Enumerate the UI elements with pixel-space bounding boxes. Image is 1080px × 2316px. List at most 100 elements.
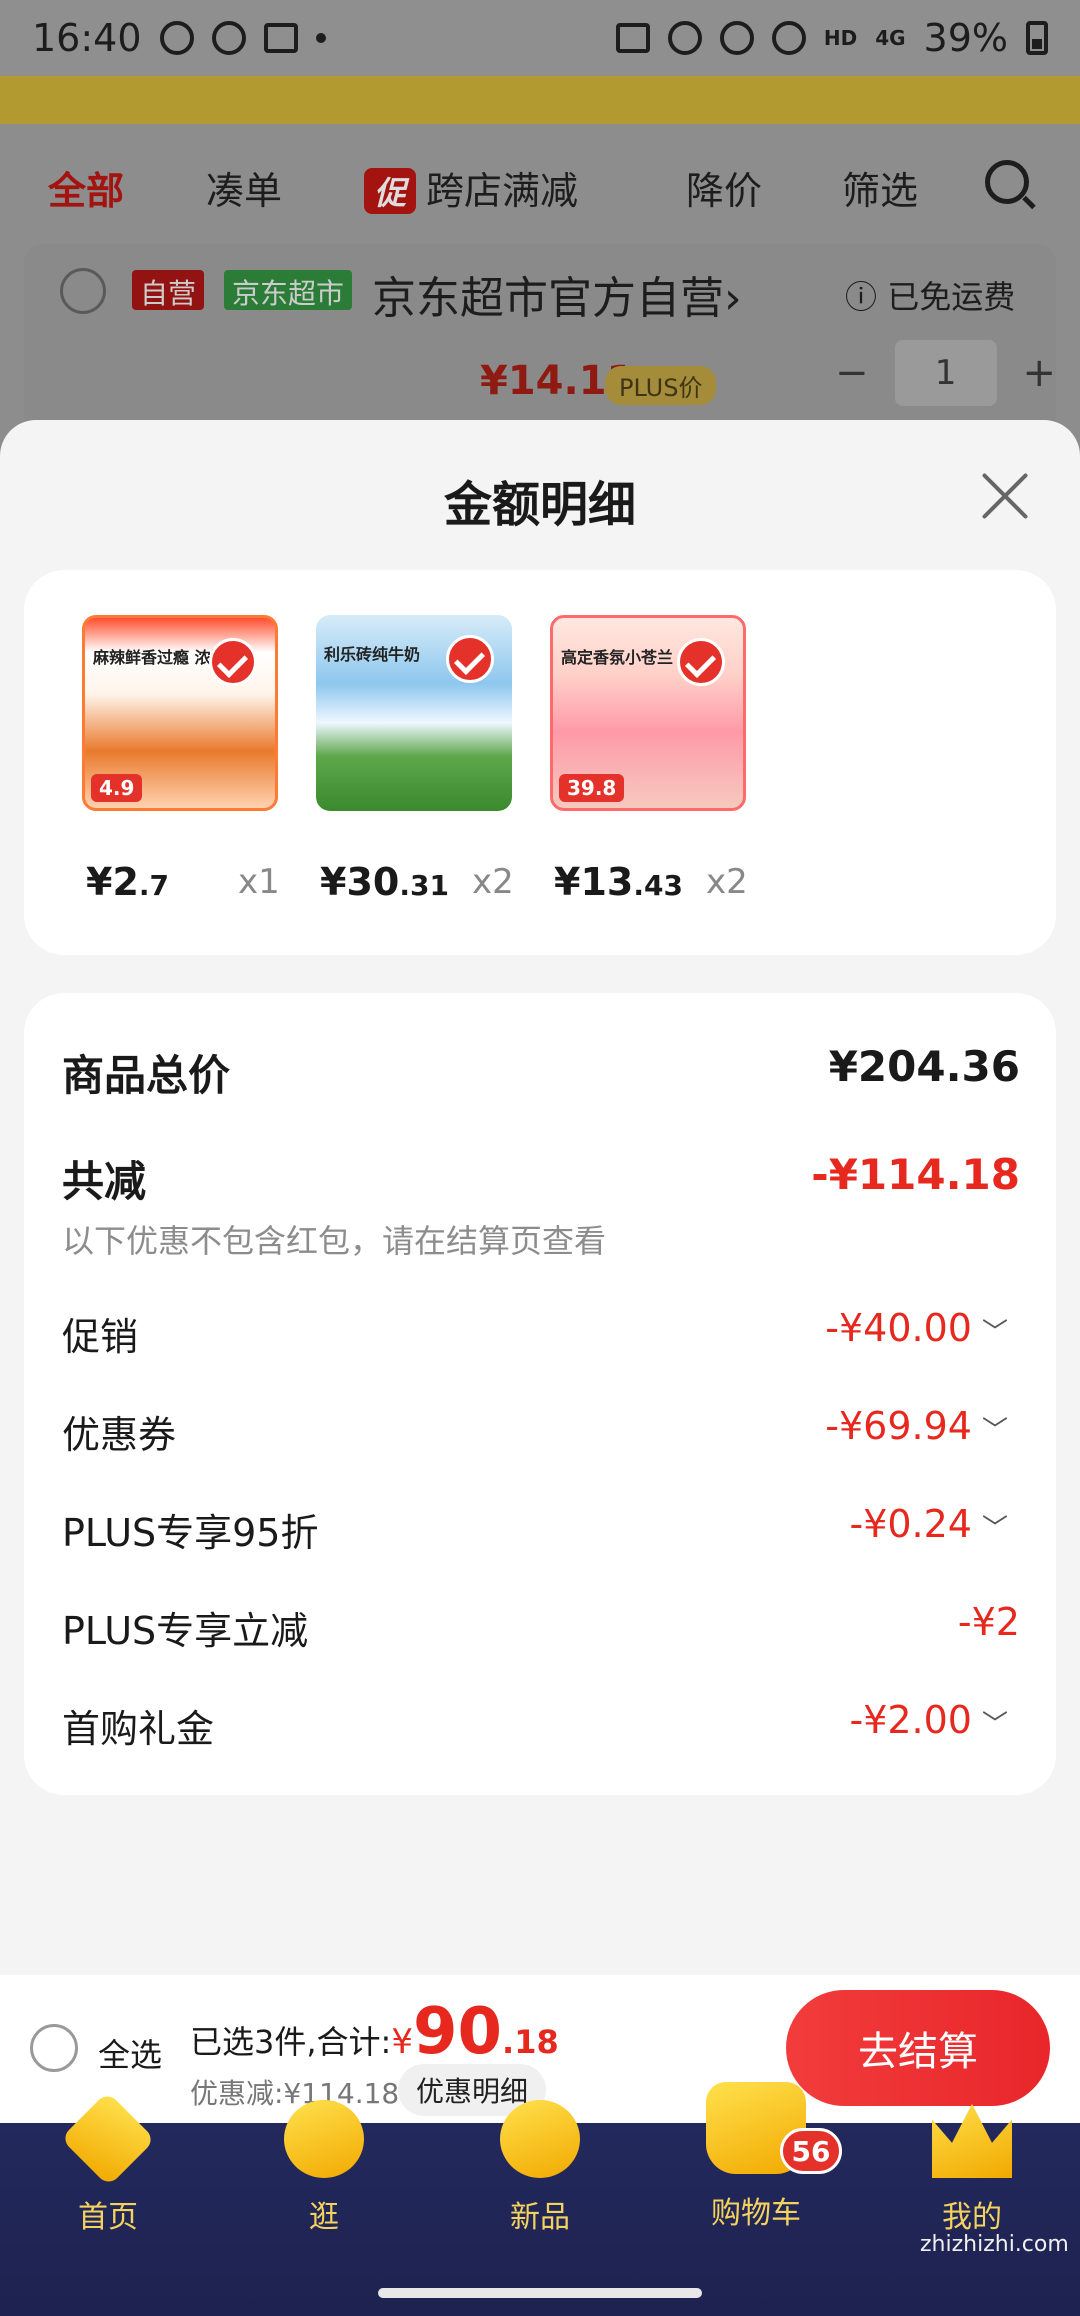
checkmark-icon	[209, 638, 257, 686]
product-price-dec: .7	[138, 869, 170, 902]
total-currency: ¥	[391, 2022, 413, 2062]
coupon-line-value[interactable]: -¥69.94 ﹀	[825, 1404, 1008, 1448]
decrement-button[interactable]: −	[835, 350, 869, 396]
filter-coudan[interactable]: 凑单	[206, 160, 282, 215]
alarm-icon	[159, 21, 194, 55]
clover-icon	[284, 2100, 364, 2178]
product-price-dec: .31	[399, 869, 449, 902]
store-select-radio[interactable]	[60, 268, 106, 314]
product-price: ¥30.31	[320, 860, 449, 904]
coupon-line-amount: -¥69.94	[825, 1404, 972, 1448]
free-shipping-note: ⓘ 已免运费	[845, 272, 1015, 318]
hd-indicator: HD	[823, 26, 858, 50]
filter-cross-store-label: 跨店满减	[426, 169, 579, 213]
quantity-value[interactable]: 1	[894, 340, 997, 406]
product-price: ¥2.7	[86, 860, 169, 904]
nav-mine-label: 我的	[942, 2200, 1002, 2235]
checkmark-icon	[677, 638, 725, 686]
signal-indicator: 4G	[875, 26, 906, 50]
product-qty: x1	[238, 862, 280, 902]
chevron-right-icon: ›	[724, 273, 742, 324]
plus-price-tag: PLUS价	[605, 366, 717, 405]
plus-reduce-line-label: PLUS专享立减	[62, 1609, 309, 1653]
total-value: ¥204.36	[828, 1042, 1020, 1091]
product-qty: x2	[472, 862, 514, 902]
planet-icon	[500, 2100, 580, 2178]
home-icon	[60, 2091, 156, 2187]
watermark: zhizhizhi.com	[920, 2232, 1069, 2257]
nav-new[interactable]: 新品	[470, 2100, 610, 2236]
first-buy-line-value[interactable]: -¥2.00 ﹀	[849, 1698, 1008, 1742]
quantity-stepper: − 1 +	[835, 340, 1056, 406]
chevron-down-icon: ﹀	[981, 1710, 1008, 1740]
plus-discount-line-amount: -¥0.24	[849, 1502, 972, 1546]
product-price: ¥13.43	[554, 860, 683, 904]
self-operated-tag: 自营	[132, 270, 205, 310]
filter-screen[interactable]: 筛选	[842, 160, 918, 215]
product-thumbnail[interactable]: 利乐砖纯牛奶	[316, 615, 512, 811]
product-price-int: ¥13	[554, 860, 634, 904]
first-buy-line-label: 首购礼金	[62, 1707, 215, 1751]
chevron-down-icon: ﹀	[981, 1514, 1008, 1544]
checkmark-icon	[446, 635, 494, 683]
product-price-int: ¥2	[86, 860, 139, 904]
filter-bar: 全部 凑单 促跨店满减 降价 筛选	[0, 150, 1080, 220]
increment-button[interactable]: +	[1023, 350, 1057, 396]
filter-price-drop[interactable]: 降价	[686, 160, 762, 215]
nav-browse-label: 逛	[309, 2200, 339, 2235]
coupon-line-label: 优惠券	[62, 1413, 177, 1457]
total-decimal: .18	[502, 2023, 559, 2061]
selected-count-text: 已选3件,合计:	[190, 2023, 392, 2061]
sheet-title: 金额明细	[443, 477, 636, 533]
gallery-icon	[263, 23, 298, 53]
supermarket-tag: 京东超市	[224, 270, 353, 310]
price-breakdown-card	[24, 993, 1056, 1795]
nav-home[interactable]: 首页	[38, 2091, 178, 2236]
selected-summary: 已选3件,合计:¥90.18	[190, 1995, 559, 2069]
nav-home-label: 首页	[78, 2200, 138, 2235]
reduce-label: 共减	[62, 1157, 147, 1206]
promo-line-value[interactable]: -¥40.00 ﹀	[825, 1306, 1008, 1350]
plus-discount-line-label: PLUS专享95折	[62, 1511, 319, 1555]
close-icon[interactable]	[978, 470, 1032, 524]
checkout-button[interactable]: 去结算	[786, 1990, 1050, 2106]
select-all-radio[interactable]	[30, 2024, 78, 2072]
product-thumbnail[interactable]: 麻辣鲜香过瘾 浓汁 4.9	[82, 615, 278, 811]
info-icon: ⓘ	[845, 278, 888, 316]
promo-line-amount: -¥40.00	[825, 1306, 972, 1350]
plus-reduce-line-value: -¥2	[957, 1600, 1020, 1644]
battery-percent: 39%	[923, 16, 1008, 60]
alarm-status-icon	[667, 21, 702, 55]
filter-cross-store[interactable]: 促跨店满减	[364, 160, 578, 215]
chevron-down-icon: ﹀	[981, 1416, 1008, 1446]
search-icon[interactable]	[985, 160, 1029, 204]
home-indicator[interactable]	[378, 2288, 702, 2298]
reduce-value: -¥114.18	[811, 1150, 1020, 1199]
filter-all[interactable]: 全部	[48, 160, 124, 215]
more-notifications-icon	[315, 33, 326, 43]
total-label: 商品总价	[62, 1051, 231, 1100]
nav-cart-label: 购物车	[711, 2196, 801, 2231]
promo-tag: 促	[364, 168, 417, 214]
battery-saver-icon	[615, 23, 650, 53]
crown-icon	[932, 2103, 1012, 2178]
product-image-badge: 39.8	[559, 774, 625, 802]
free-shipping-text: 已免运费	[887, 278, 1016, 316]
mute-icon	[719, 21, 754, 55]
store-name-text: 京东超市官方自营	[372, 273, 724, 324]
nav-mine[interactable]: 我的	[902, 2100, 1042, 2236]
select-all-label[interactable]: 全选	[98, 2030, 162, 2076]
store-name[interactable]: 京东超市官方自营›	[372, 262, 742, 326]
wechat-icon	[211, 21, 246, 55]
first-buy-line-amount: -¥2.00	[849, 1698, 972, 1742]
wifi-icon	[771, 21, 806, 55]
product-thumbnail[interactable]: 高定香氛小苍兰 39.8	[550, 615, 746, 811]
status-bar: 16:40 HD 4G 39%	[0, 0, 1080, 76]
chevron-down-icon: ﹀	[981, 1318, 1008, 1348]
product-price-dec: .43	[633, 869, 683, 902]
reduce-note: 以下优惠不包含红包，请在结算页查看	[62, 1222, 607, 1260]
promo-line-label: 促销	[62, 1315, 139, 1359]
nav-browse[interactable]: 逛	[254, 2100, 394, 2236]
nav-new-label: 新品	[510, 2200, 570, 2235]
plus-discount-line-value[interactable]: -¥0.24 ﹀	[849, 1502, 1008, 1546]
